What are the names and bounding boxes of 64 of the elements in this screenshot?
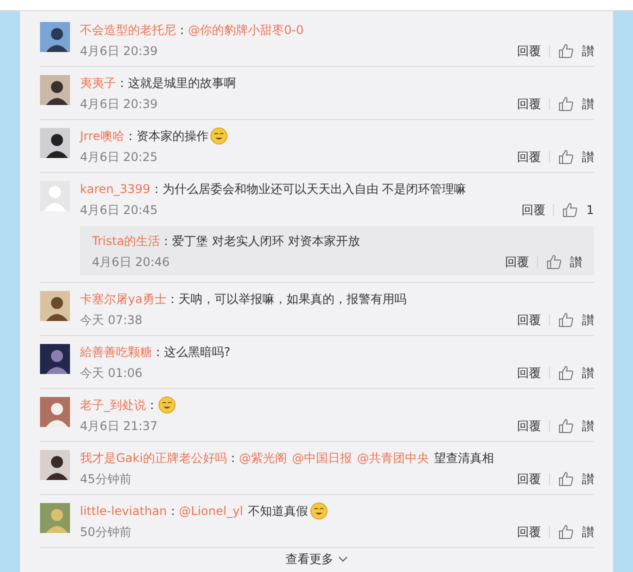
reply-link[interactable]: 回覆	[517, 417, 541, 435]
reply-link[interactable]: 回覆	[517, 470, 541, 488]
thumbs-up-icon[interactable]	[558, 149, 574, 165]
thumbs-up-icon[interactable]	[558, 524, 574, 540]
like-link[interactable]: 讃	[582, 311, 594, 329]
reply-link[interactable]: 回覆	[517, 364, 541, 382]
like-link[interactable]: 讃	[582, 364, 594, 382]
reply-link[interactable]: 回覆	[517, 523, 541, 541]
comment-text: 不知道真假	[248, 503, 308, 520]
comment-time: 45分钟前	[80, 471, 132, 488]
comment-text: 天呐，可以举报嘛，如果真的，报警有用吗	[178, 291, 406, 308]
comment-text: 资本家的操作	[136, 128, 208, 145]
comment-time: 今天 07:38	[80, 312, 142, 329]
comment-time: 今天 01:06	[80, 365, 142, 382]
colon-separator: ：	[166, 503, 179, 520]
thumbs-up-icon[interactable]	[558, 471, 574, 487]
reply-link[interactable]: 回覆	[517, 311, 541, 329]
emoji-icon	[210, 127, 228, 145]
colon-separator: ：	[226, 450, 239, 467]
chevron-down-icon	[338, 556, 348, 562]
comment-text: 这么黑暗吗?	[164, 344, 230, 361]
thumbs-up-icon[interactable]	[558, 365, 574, 381]
like-link[interactable]: 讃	[582, 42, 594, 60]
reply-link[interactable]: 回覆	[505, 253, 529, 271]
like-link[interactable]: 讃	[582, 95, 594, 113]
avatar-icon	[40, 181, 70, 211]
like-link[interactable]: 讃	[582, 523, 594, 541]
thumbs-up-icon[interactable]	[558, 312, 574, 328]
colon-separator: ：	[150, 181, 162, 198]
like-link[interactable]: 讃	[570, 253, 582, 271]
thumbs-up-icon[interactable]	[558, 96, 574, 112]
like-link[interactable]: 讃	[582, 417, 594, 435]
comment-time: 4月6日 20:46	[92, 254, 170, 271]
thumbs-up-icon[interactable]	[558, 418, 574, 434]
thumbs-up-icon[interactable]	[562, 202, 578, 218]
comment-text: 望查清真相	[434, 450, 494, 467]
comment-text: 这就是城里的故事啊	[128, 75, 236, 92]
comment-time: 4月6日 20:39	[80, 43, 158, 60]
thumbs-up-icon[interactable]	[558, 43, 574, 59]
colon-separator: ：	[160, 233, 172, 250]
like-link[interactable]: 1	[586, 201, 594, 219]
comment-time: 4月6日 20:45	[80, 202, 158, 219]
comment-time: 4月6日 20:39	[80, 96, 158, 113]
colon-separator: ：	[166, 291, 178, 308]
thumbs-up-icon[interactable]	[546, 254, 562, 270]
like-link[interactable]: 讃	[582, 148, 594, 166]
colon-separator: ：	[116, 75, 128, 92]
comment-time: 4月6日 20:25	[80, 149, 158, 166]
comment-text: 爱丁堡 对老实人闭环 对资本家开放	[172, 233, 360, 250]
reply-link[interactable]: 回覆	[517, 42, 541, 60]
reply-link[interactable]: 回覆	[521, 201, 546, 219]
emoji-icon	[158, 396, 176, 414]
reply-link[interactable]: 回覆	[517, 95, 541, 113]
colon-separator: ：	[152, 344, 164, 361]
comment-time: 50分钟前	[80, 524, 132, 541]
comment-time: 4月6日 21:37	[80, 418, 158, 435]
see-more-link[interactable]: 查看更多	[286, 551, 348, 567]
like-link[interactable]: 讃	[582, 470, 594, 488]
colon-separator: ：	[124, 128, 136, 145]
comment-text: 为什么居委会和物业还可以天天出入自由 不是闭环管理嘛	[162, 181, 466, 198]
emoji-icon	[310, 502, 328, 520]
colon-separator: ：	[176, 22, 188, 39]
colon-separator: ：	[146, 397, 158, 414]
reply-link[interactable]: 回覆	[517, 148, 541, 166]
